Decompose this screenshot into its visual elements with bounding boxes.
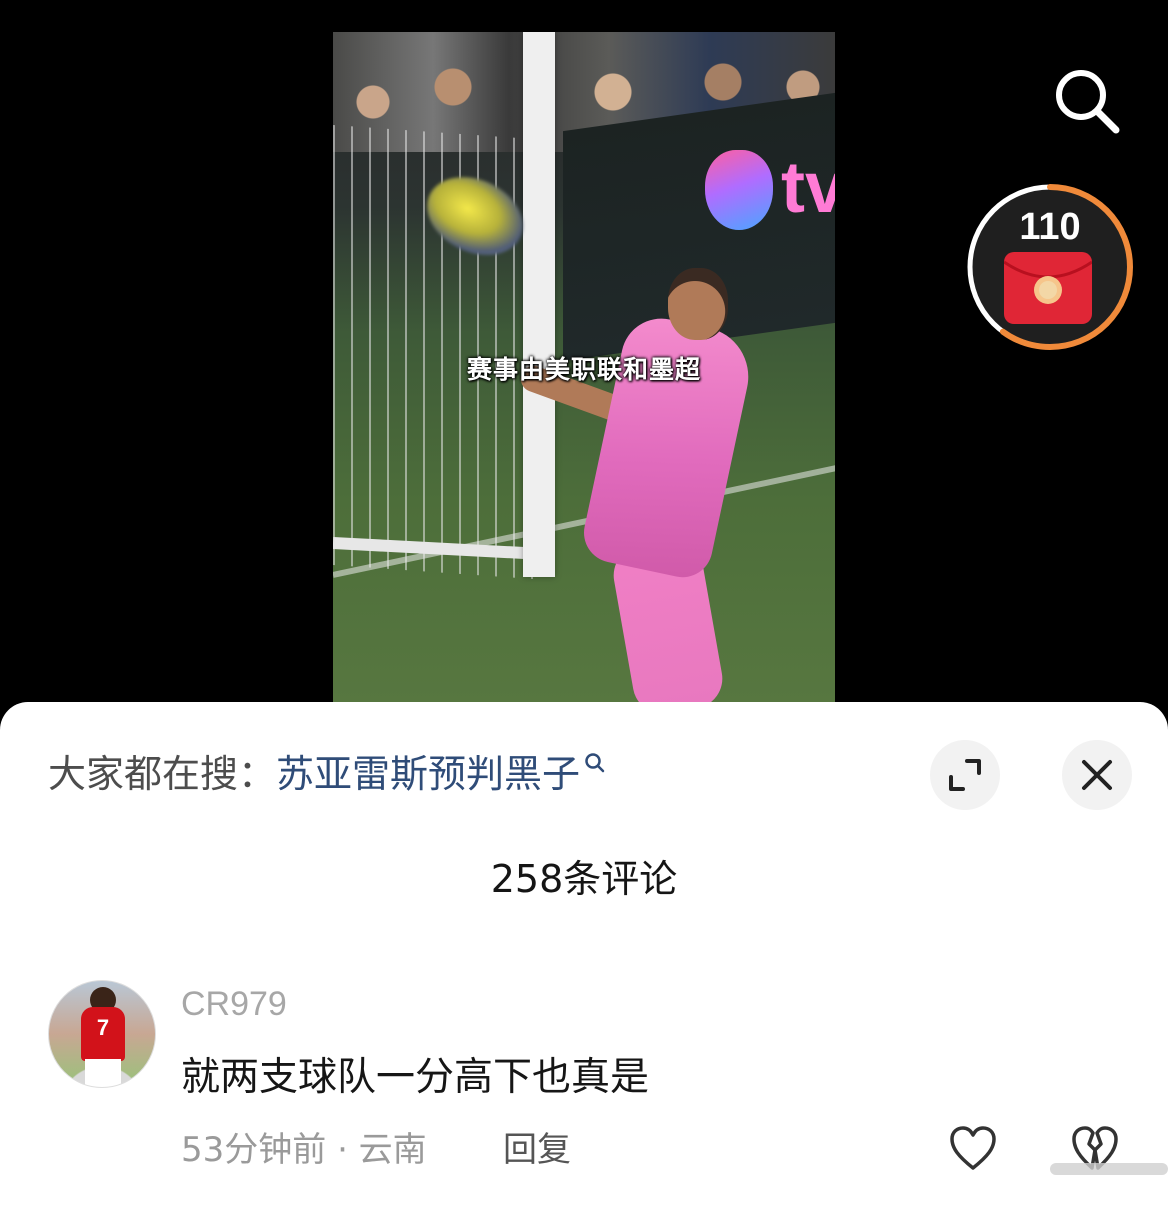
video-frame[interactable]: tv 赛事由美职联和墨超 [333,32,835,702]
hot-search-term[interactable]: 苏亚雷斯预判黑子 [276,752,580,796]
comment-item: 7 CR979 就两支球队一分高下也真是 53分钟前 · 云南 回复 [48,980,1128,1180]
video-player[interactable]: tv 赛事由美职联和墨超 [0,0,1168,720]
player-head [668,268,728,340]
goal-post [523,32,555,577]
home-indicator [1050,1163,1168,1175]
comment-username[interactable]: CR979 [181,980,287,1028]
comment-time-location: 53分钟前 · 云南 [181,1130,427,1170]
hot-search-bar[interactable]: 大家都在搜：苏亚雷斯预判黑子 [48,746,606,802]
comment-count: 258条评论 [490,857,678,901]
comment-text[interactable]: 就两支球队一分高下也真是 [181,1050,649,1106]
search-icon [1056,70,1120,134]
expand-icon [949,759,981,791]
close-button[interactable] [1062,740,1132,810]
video-caption: 赛事由美职联和墨超 [466,355,701,384]
expand-button[interactable] [930,740,1000,810]
avatar-shorts [85,1059,121,1087]
heart-icon [950,1126,996,1170]
avatar-jersey-number: 7 [96,1015,110,1040]
comment-sheet: 大家都在搜：苏亚雷斯预判黑子 258条评论 7 CR979 就两支球队一分高下也… [0,702,1168,1206]
close-icon [1082,760,1112,790]
sponsor-wordmark: tv [781,148,835,228]
avatar-jersey: 7 [81,1007,125,1061]
apple-logo [705,150,773,230]
red-envelope-icon [1004,252,1092,324]
hot-search-prefix: 大家都在搜： [48,752,277,796]
red-packet-widget[interactable]: 110 [965,182,1135,352]
like-button[interactable] [948,1124,998,1174]
search-button[interactable] [1052,66,1122,136]
reply-button[interactable]: 回复 [503,1126,571,1174]
small-search-icon [585,753,605,773]
avatar[interactable]: 7 [48,980,156,1088]
red-packet-count: 110 [1019,206,1081,248]
